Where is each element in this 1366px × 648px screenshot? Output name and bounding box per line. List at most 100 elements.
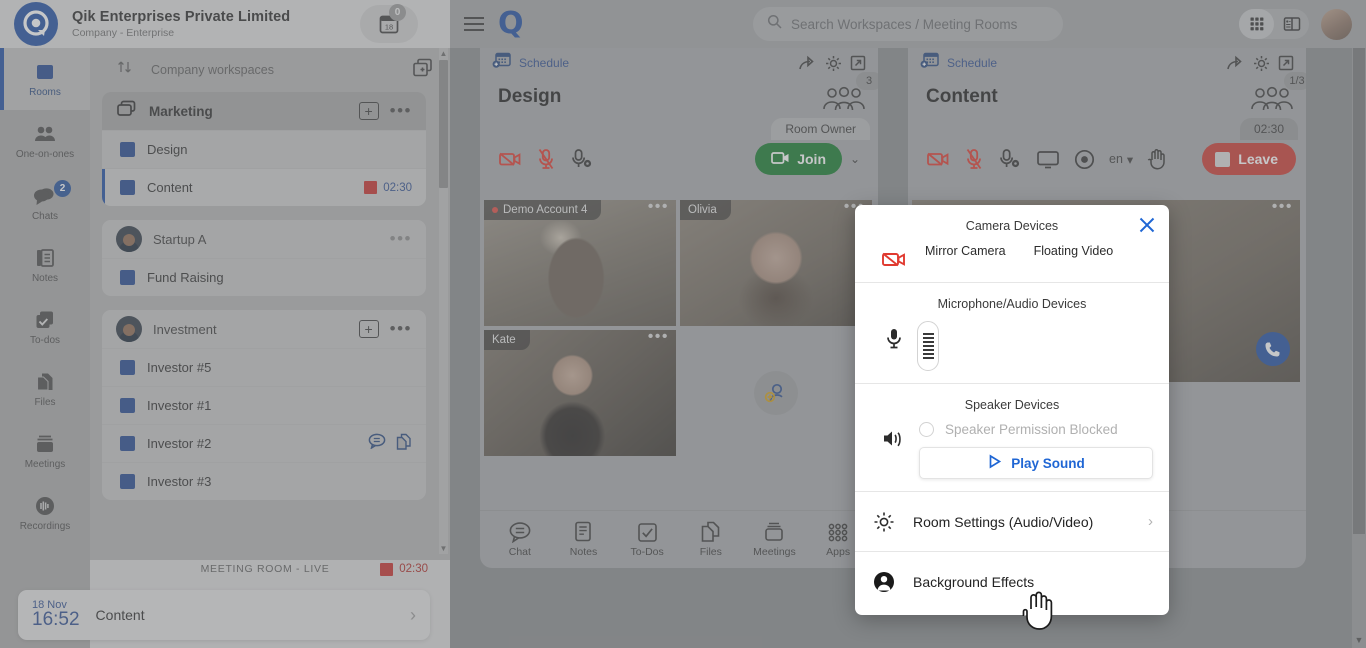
room-card-header: Schedule xyxy=(908,48,1306,78)
scrollbar-thumb[interactable] xyxy=(439,60,448,188)
gear-icon[interactable] xyxy=(825,55,842,72)
list-item[interactable]: Investor #5 xyxy=(102,348,426,386)
camera-off-icon[interactable] xyxy=(871,243,917,270)
sidebar-item-rooms[interactable]: Rooms xyxy=(0,48,90,110)
list-item[interactable]: Fund Raising xyxy=(102,258,426,296)
footer-item-notes[interactable]: Notes xyxy=(555,521,611,558)
add-room-button[interactable]: + xyxy=(359,320,379,338)
participants-group[interactable]: 3 xyxy=(822,86,866,117)
scroll-down-arrow[interactable]: ▼ xyxy=(1352,635,1366,645)
footer-item-meetings[interactable]: Meetings xyxy=(746,522,802,558)
add-room-button[interactable]: + xyxy=(359,102,379,120)
chat-icon[interactable] xyxy=(368,433,386,454)
sidebar-item-notes[interactable]: Notes xyxy=(0,234,90,296)
play-sound-button[interactable]: Play Sound xyxy=(919,447,1153,479)
sidebar-item-todos[interactable]: To-dos xyxy=(0,296,90,358)
add-participant-icon[interactable] xyxy=(754,371,798,415)
schedule-label[interactable]: Schedule xyxy=(519,56,569,70)
mic-settings-icon[interactable] xyxy=(998,148,1022,170)
popout-icon[interactable] xyxy=(1278,55,1294,71)
workspace-sort-label: Company workspaces xyxy=(151,63,394,77)
files-icon[interactable] xyxy=(395,433,412,455)
workspace-group-more-button[interactable]: ••• xyxy=(390,234,412,244)
video-tile-more-button[interactable]: ••• xyxy=(1272,201,1293,214)
menu-item-background-effects[interactable]: Background Effects xyxy=(855,551,1169,611)
leave-button[interactable]: Leave xyxy=(1202,143,1296,175)
list-item[interactable]: Design xyxy=(102,130,426,168)
mic-off-icon[interactable] xyxy=(536,148,556,170)
popout-icon[interactable] xyxy=(850,55,866,71)
split-view-icon[interactable] xyxy=(1274,9,1309,39)
sidebar-item-files[interactable]: Files xyxy=(0,358,90,420)
sidebar-item-chats[interactable]: 2 Chats xyxy=(0,172,90,234)
video-tile[interactable]: Demo Account 4 ••• xyxy=(484,200,676,326)
video-tile-more-button[interactable]: ••• xyxy=(648,201,669,214)
scrollbar-thumb[interactable] xyxy=(1353,48,1365,534)
schedule-label[interactable]: Schedule xyxy=(947,56,997,70)
list-item[interactable]: Investor #1 xyxy=(102,386,426,424)
grid-view-icon[interactable] xyxy=(1239,9,1274,39)
list-item[interactable]: Content 02:30 xyxy=(102,168,426,206)
footer-item-chat[interactable]: Chat xyxy=(492,521,548,558)
video-tile-more-button[interactable]: ••• xyxy=(648,331,669,344)
files-icon xyxy=(32,370,58,394)
workspace-group-header[interactable]: Startup A ••• xyxy=(102,220,426,258)
scroll-down-arrow[interactable]: ▼ xyxy=(439,543,448,554)
live-strip-timer-group: 02:30 xyxy=(380,563,428,576)
video-tile[interactable]: Kate ••• xyxy=(484,330,676,456)
share-icon[interactable] xyxy=(798,55,817,72)
calendar-button[interactable]: 18 0 xyxy=(360,5,418,43)
footer-item-label: Chat xyxy=(509,546,531,558)
sidebar-item-meetings[interactable]: Meetings xyxy=(0,420,90,482)
chevron-right-icon[interactable]: › xyxy=(410,605,416,626)
share-icon[interactable] xyxy=(1226,55,1245,72)
workspace-group-more-button[interactable]: ••• xyxy=(390,106,412,116)
search-input[interactable]: Search Workspaces / Meeting Rooms xyxy=(753,7,1063,41)
sidebar-item-label: Meetings xyxy=(25,459,66,470)
add-calendar-icon[interactable] xyxy=(492,52,511,74)
workspace-scroll-region[interactable]: Marketing + ••• Design Content 02:30 xyxy=(90,92,438,560)
join-button[interactable]: Join xyxy=(755,143,842,175)
scroll-up-arrow[interactable]: ▲ xyxy=(439,48,448,59)
language-selector[interactable]: en ▾ xyxy=(1109,152,1133,167)
sidebar-item-one-on-ones[interactable]: One-on-ones xyxy=(0,110,90,172)
footer-item-files[interactable]: Files xyxy=(683,521,739,558)
list-item[interactable]: Investor #2 xyxy=(102,424,426,462)
camera-off-icon[interactable] xyxy=(498,149,522,169)
video-tile-name: Kate xyxy=(484,330,530,350)
main-scrollbar[interactable]: ▼ xyxy=(1352,48,1366,648)
hamburger-menu-icon[interactable] xyxy=(464,17,484,31)
participants-group[interactable]: 1/3 xyxy=(1250,86,1294,117)
row-action-icons xyxy=(368,433,412,455)
workspace-scrollbar[interactable]: ▲ ▼ xyxy=(439,48,448,554)
mic-settings-icon[interactable] xyxy=(570,148,594,170)
phone-icon[interactable] xyxy=(1256,332,1290,366)
room-owner-tooltip: Room Owner xyxy=(771,118,870,140)
camera-off-icon[interactable] xyxy=(926,149,950,169)
workspace-group-header[interactable]: Marketing + ••• xyxy=(102,92,426,130)
menu-item-room-settings[interactable]: Room Settings (Audio/Video) › xyxy=(855,491,1169,551)
add-workspace-icon[interactable] xyxy=(412,58,434,83)
radio-button[interactable] xyxy=(919,422,934,437)
workspace-group-header[interactable]: Investment + ••• xyxy=(102,310,426,348)
add-calendar-icon[interactable] xyxy=(920,52,939,74)
gear-icon[interactable] xyxy=(1253,55,1270,72)
footer-item-todos[interactable]: To-Dos xyxy=(619,522,675,558)
raise-hand-icon[interactable] xyxy=(1147,148,1168,170)
microphone-icon[interactable] xyxy=(871,321,917,350)
mic-off-icon[interactable] xyxy=(964,148,984,170)
current-meeting-card[interactable]: 18 Nov 16:52 Content › xyxy=(18,590,430,640)
record-icon[interactable] xyxy=(1074,149,1095,170)
sort-updown-icon[interactable] xyxy=(116,59,133,81)
empty-video-slot xyxy=(680,330,872,456)
video-tile[interactable]: Olivia ••• xyxy=(680,200,872,326)
speaker-icon[interactable] xyxy=(871,422,917,449)
room-name: Investor #1 xyxy=(147,398,412,413)
workspace-group-more-button[interactable]: ••• xyxy=(390,324,412,334)
screen-share-icon[interactable] xyxy=(1036,149,1060,169)
avatar[interactable] xyxy=(1321,9,1352,40)
speaker-option-row[interactable]: Speaker Permission Blocked xyxy=(917,422,1153,437)
join-dropdown-chevron[interactable]: ⌄ xyxy=(842,152,868,166)
sidebar-item-recordings[interactable]: Recordings xyxy=(0,482,90,544)
list-item[interactable]: Investor #3 xyxy=(102,462,426,500)
